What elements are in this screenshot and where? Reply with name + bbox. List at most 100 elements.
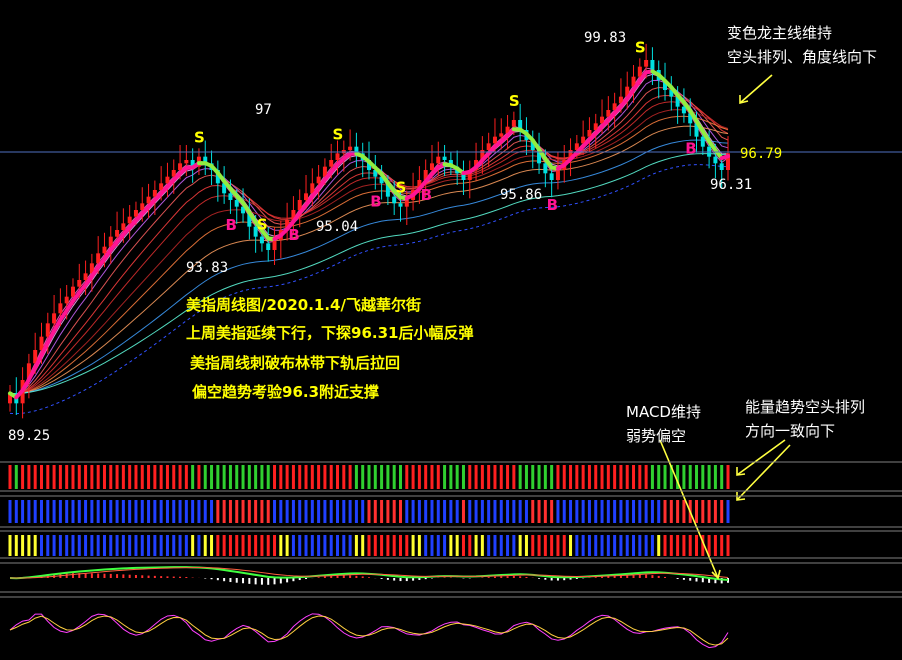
signal-6: S [395, 179, 406, 197]
ribbon2-bar-101 [644, 500, 648, 523]
price-label-97: 97 [255, 102, 272, 118]
ribbon2-bar-66 [424, 500, 428, 523]
ribbon3-bar-4 [33, 535, 37, 556]
ribbon3-bar-83 [531, 535, 535, 556]
ribbon3-bar-40 [260, 535, 264, 556]
candle-body-42 [272, 240, 277, 250]
signal-3: B [288, 226, 299, 244]
ribbon3-bar-76 [487, 535, 491, 556]
ribbon1-bar-31 [203, 465, 207, 489]
ribbon3-bar-39 [254, 535, 258, 556]
ribbon3-bar-18 [121, 535, 125, 556]
ribbon3-bar-67 [430, 535, 434, 556]
ribbon1-bar-49 [317, 465, 321, 489]
ribbon1-bar-114 [726, 465, 730, 489]
ribbon2-bar-65 [417, 500, 421, 523]
ribbon3-bar-85 [543, 535, 547, 556]
ribbon3-bar-58 [373, 535, 377, 556]
ribbon3-bar-30 [197, 535, 201, 556]
ribbon2-bar-45 [291, 500, 295, 523]
ribbon1-bar-8 [58, 465, 62, 489]
ribbon3-bar-106 [676, 535, 680, 556]
candle-body-80 [511, 120, 516, 127]
ribbon1-bar-67 [430, 465, 434, 489]
candle-body-8 [58, 303, 63, 314]
ribbon3-bar-105 [669, 535, 673, 556]
ribbon3-bar-63 [405, 535, 409, 556]
ribbon3-bar-42 [273, 535, 277, 556]
ribbon1-bar-73 [468, 465, 472, 489]
candle-body-12 [83, 273, 88, 280]
ribbon3-bar-81 [518, 535, 522, 556]
ribbon1-bar-34 [222, 465, 226, 489]
ribbon2-bar-16 [109, 500, 113, 523]
ribbon2-bar-107 [682, 500, 686, 523]
ribbon2-bar-83 [531, 500, 535, 523]
ribbon2-bar-90 [575, 500, 579, 523]
ribbon1-bar-28 [184, 465, 188, 489]
ribbon1-bar-13 [90, 465, 94, 489]
ribbon3-bar-59 [380, 535, 384, 556]
ribbon1-bar-20 [134, 465, 138, 489]
ribbon3-bar-17 [115, 535, 119, 556]
candle-body-85 [543, 163, 548, 174]
ribbon3-bar-62 [398, 535, 402, 556]
ribbon1-bar-25 [165, 465, 169, 489]
ribbon2-bar-97 [619, 500, 623, 523]
candle-body-14 [96, 253, 101, 264]
ribbon1-bar-98 [625, 465, 629, 489]
ribbon3-bar-99 [632, 535, 636, 556]
energy-ribbon-1 [8, 465, 730, 489]
candle-body-102 [650, 60, 655, 70]
ribbon3-bar-25 [165, 535, 169, 556]
ribbon1-bar-96 [613, 465, 617, 489]
ribbon3-bar-61 [392, 535, 396, 556]
candle-body-17 [115, 230, 120, 237]
energy-ribbon-2 [8, 500, 730, 523]
ribbon3-bar-24 [159, 535, 163, 556]
ribbon2-bar-42 [273, 500, 277, 523]
ribbon2-bar-96 [613, 500, 617, 523]
ribbon3-bar-3 [27, 535, 31, 556]
ribbon3-bar-88 [562, 535, 566, 556]
candle-body-112 [713, 156, 718, 164]
ribbon2-bar-33 [216, 500, 220, 523]
candle-body-76 [486, 143, 491, 150]
ribbon3-bar-46 [298, 535, 302, 556]
ribbon1-bar-11 [77, 465, 81, 489]
ribbon2-bar-68 [436, 500, 440, 523]
annotation-energy-2: 方向一致向下 [745, 422, 836, 440]
ribbon3-bar-26 [172, 535, 176, 556]
ribbon2-bar-54 [348, 500, 352, 523]
ribbon2-bar-84 [537, 500, 541, 523]
ribbon1-bar-80 [512, 465, 516, 489]
ribbon3-bar-45 [291, 535, 295, 556]
candle-body-18 [121, 223, 126, 230]
ribbon1-bar-81 [518, 465, 522, 489]
ribbon2-bar-19 [128, 500, 132, 523]
ribbon2-bar-3 [27, 500, 31, 523]
ribbon2-bar-15 [102, 500, 106, 523]
annotation-energy-1: 能量趋势空头排列 [745, 398, 866, 416]
ribbon2-bar-78 [499, 500, 503, 523]
candle-body-9 [64, 296, 69, 304]
ribbon2-bar-36 [235, 500, 239, 523]
ribbon3-bar-77 [493, 535, 497, 556]
candle-body-63 [404, 200, 409, 207]
ribbon1-bar-109 [695, 465, 699, 489]
candle-body-78 [499, 133, 504, 137]
ribbon3-bar-112 [713, 535, 717, 556]
ribbon2-bar-30 [197, 500, 201, 523]
ribbon3-bar-94 [600, 535, 604, 556]
ribbon2-bar-17 [115, 500, 119, 523]
ribbon2-bar-14 [96, 500, 100, 523]
ribbon3-bar-9 [65, 535, 69, 556]
ribbon2-bar-0 [8, 500, 12, 523]
ribbon1-bar-91 [581, 465, 585, 489]
candle-body-61 [392, 196, 397, 204]
candle-body-101 [644, 60, 649, 67]
ribbon1-bar-90 [575, 465, 579, 489]
ribbon2-bar-37 [241, 500, 245, 523]
ribbon1-bar-72 [461, 465, 465, 489]
ribbon3-bar-72 [461, 535, 465, 556]
